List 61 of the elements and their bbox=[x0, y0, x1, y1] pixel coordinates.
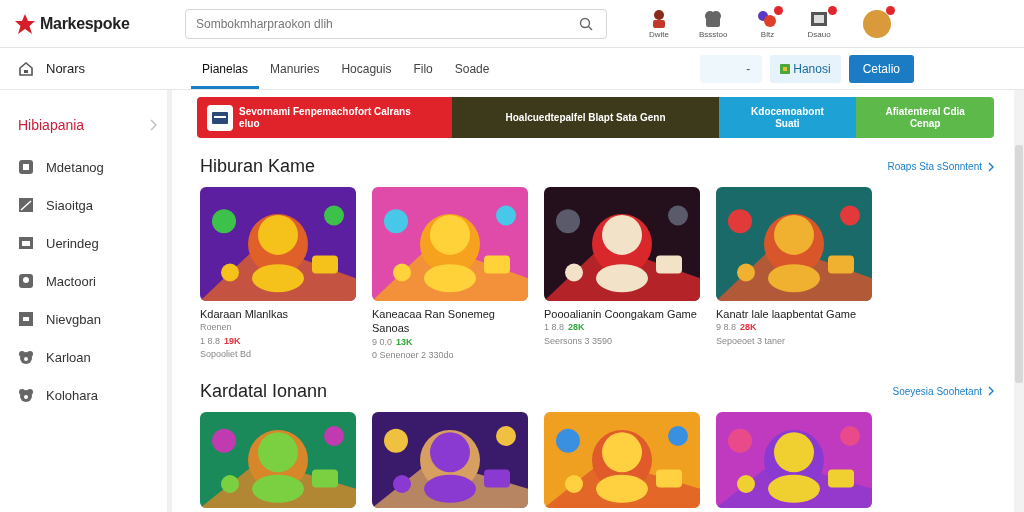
see-all-link[interactable]: Roaps Sta sSonntent bbox=[887, 161, 994, 172]
tab[interactable]: Filo bbox=[402, 51, 444, 89]
section-title: Hiburan Kame bbox=[200, 156, 316, 177]
input-field[interactable]: - bbox=[700, 54, 763, 83]
app-icon bbox=[207, 104, 233, 131]
banner-text: Hoalcuedtepalfel Blapt Sata Genn bbox=[505, 111, 666, 124]
banner-text: Kdocemoabont Suati bbox=[751, 105, 824, 130]
ball-icon bbox=[757, 8, 778, 29]
rating-text: 9 0.0 13K bbox=[372, 335, 414, 349]
scrollbar-thumb[interactable] bbox=[1015, 145, 1023, 383]
sidebar-item[interactable]: Mdetanog bbox=[0, 148, 167, 186]
chevron-right-icon bbox=[150, 119, 157, 131]
game-title[interactable]: Kaneacaa Ran Sonemeg Sanoas bbox=[372, 307, 528, 336]
banner-text: Afiatenteral Cdia Cenap bbox=[885, 105, 965, 130]
game-subtitle: Roenen bbox=[200, 321, 233, 335]
sidebar-item[interactable]: Karloan bbox=[0, 338, 167, 376]
sidebar-title: Norars bbox=[46, 61, 85, 76]
sidebar-item[interactable]: Mactoori bbox=[0, 262, 167, 300]
chevron-right-icon bbox=[988, 161, 994, 172]
rating-text: 1 8.8 28K bbox=[544, 321, 586, 335]
header-action[interactable]: Bssstoo bbox=[699, 8, 728, 39]
tab[interactable]: Hocaguis bbox=[330, 51, 403, 89]
see-all-link[interactable]: Soeyesia Soohetant bbox=[892, 385, 994, 397]
sidebar-item[interactable]: Hibiapania bbox=[0, 106, 167, 144]
logo-text: Markespoke bbox=[40, 14, 130, 33]
header-action[interactable]: Dsauo bbox=[807, 8, 831, 39]
game-meta: Sepoeoet 3 taner bbox=[716, 334, 787, 348]
primary-button[interactable]: Cetalio bbox=[848, 54, 914, 83]
tab[interactable]: Pianelas bbox=[191, 51, 260, 89]
square-icon bbox=[18, 311, 34, 327]
search-field[interactable]: Sombokmharpraokon dlih bbox=[185, 8, 607, 39]
pin-icon bbox=[18, 273, 34, 289]
robot-icon bbox=[18, 159, 34, 175]
secondary-button[interactable]: Hanosi bbox=[770, 54, 841, 83]
chart-icon bbox=[18, 197, 34, 213]
home-icon bbox=[18, 60, 34, 77]
header-action[interactable]: Bltz bbox=[757, 8, 778, 39]
banner-text: Sevornami Fenpemachofort Calrans eluo bbox=[239, 105, 411, 130]
search-icon[interactable] bbox=[579, 16, 593, 31]
section-title: Kardatal Ionann bbox=[200, 380, 328, 402]
rating-text: 9 8.8 28K bbox=[716, 321, 758, 335]
sidebar-item[interactable]: Uerindeg bbox=[0, 224, 167, 262]
game-title[interactable]: Kdaraan Mlanlkas bbox=[200, 307, 356, 322]
game-meta: Sopooliet Bd bbox=[200, 348, 253, 362]
sidebar-item[interactable]: Kolohara bbox=[0, 376, 167, 414]
chevron-right-icon bbox=[988, 386, 994, 397]
game-meta: 0 Senenoer 2 330do bbox=[372, 349, 455, 363]
sidebar-item[interactable]: Siaoitga bbox=[0, 186, 167, 224]
header-action[interactable]: Dwite bbox=[649, 8, 669, 39]
tag-icon bbox=[780, 63, 791, 74]
sidebar-item[interactable]: Nievgban bbox=[0, 300, 167, 338]
game-title[interactable]: Kanatr lale laapbentat Game bbox=[716, 307, 872, 322]
promo-banner[interactable]: Sevornami Fenpemachofort Calrans eluo Hoalcuedtepalfel Blapt Sata Genn Kdocemoabont Suati Afiatenteral Cdia Cenap bbox=[197, 97, 994, 138]
tab[interactable]: Soade bbox=[443, 51, 501, 89]
star-logo-icon bbox=[14, 12, 36, 35]
tab[interactable]: Manuries bbox=[259, 51, 331, 89]
folder-icon bbox=[18, 235, 34, 251]
game-title[interactable]: Poooalianin Coongakam Game bbox=[544, 307, 700, 322]
rating-text: 1 8.8 19K bbox=[200, 334, 242, 348]
game-meta: Seersons 3 3590 bbox=[544, 334, 614, 348]
avatar[interactable] bbox=[862, 9, 891, 38]
